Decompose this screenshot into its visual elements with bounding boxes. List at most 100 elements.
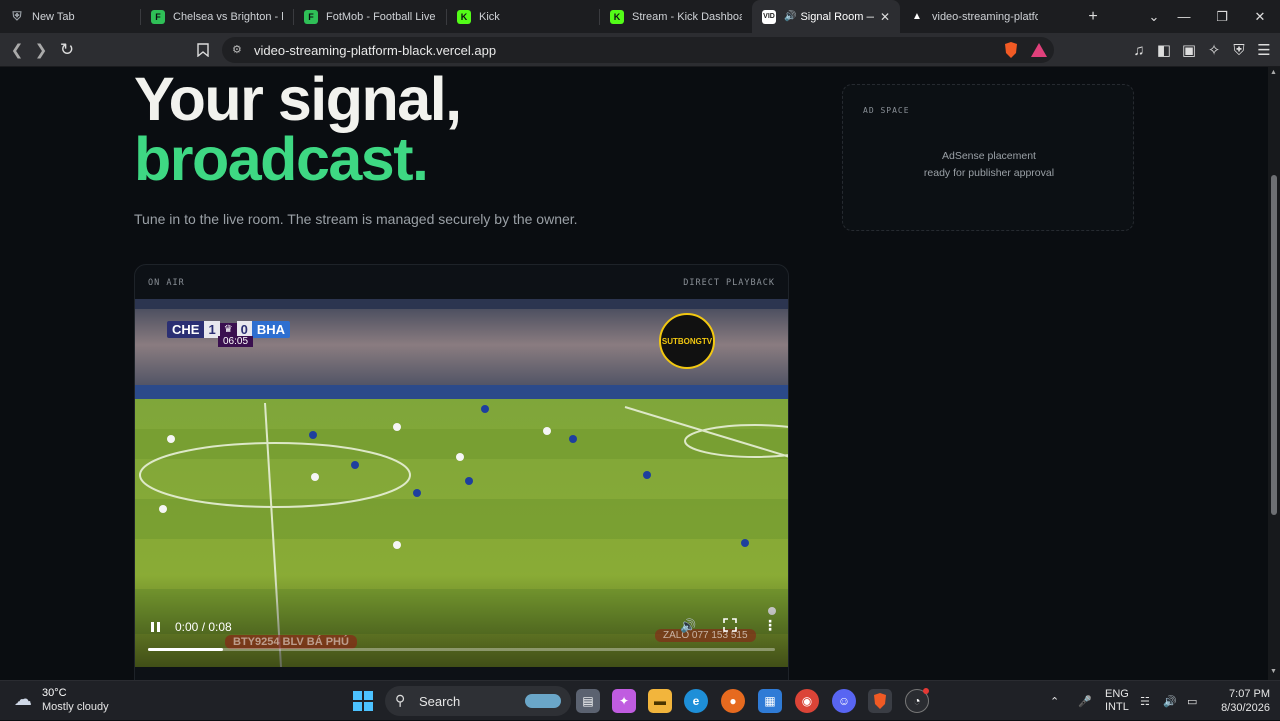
tab-kick-dashboard[interactable]: K Stream - Kick Dashboard (600, 0, 752, 33)
microphone-icon[interactable]: 🎤 (1078, 681, 1092, 721)
site-settings-icon[interactable]: ⚙ (232, 43, 242, 56)
league-logo-icon: ♛ (219, 323, 237, 336)
ad-placement-text: AdSense placement (942, 150, 1036, 162)
tab-fotmob[interactable]: F FotMob - Football Live Sc (294, 0, 446, 33)
pause-button[interactable] (149, 620, 163, 634)
tab-label: FotMob - Football Live Sc (326, 10, 436, 23)
forward-arrow-icon[interactable]: ❯ (28, 33, 54, 67)
keyboard-layout: INTL (1105, 701, 1129, 713)
hero-subtitle: Tune in to the live room. The stream is … (134, 211, 578, 227)
video-icon: VID (762, 9, 776, 24)
volume-tray-icon[interactable]: 🔊 (1163, 681, 1177, 721)
weather-desc: Mostly cloudy (42, 701, 109, 713)
brave-taskbar-icon[interactable] (868, 689, 892, 713)
bookmark-icon[interactable] (190, 33, 216, 67)
scroll-up-arrow-icon[interactable]: ▲ (1270, 69, 1277, 76)
scroll-down-arrow-icon[interactable]: ▼ (1270, 668, 1277, 675)
contact-banner: ZALO 077 153 515 (655, 629, 756, 642)
language-code: ENG (1105, 688, 1129, 700)
volume-icon[interactable]: 🔊 (680, 618, 696, 634)
battery-icon[interactable]: ▭ (1187, 681, 1197, 721)
weather-temp: 30°C (42, 687, 67, 699)
chrome-icon[interactable]: ◉ (795, 689, 819, 713)
hero-title-line2: broadcast. (134, 125, 429, 193)
playback-mode-label: DIRECT PLAYBACK (683, 278, 775, 288)
page-content: Your signal, broadcast. Tune in to the l… (0, 67, 1268, 680)
playback-time: 0:00 / 0:08 (175, 620, 232, 634)
file-explorer-icon[interactable]: ▬ (648, 689, 672, 713)
channel-logo: SUTBONGTV (659, 313, 715, 369)
taskbar-search[interactable]: ⚲ Search (385, 686, 571, 716)
tab-label: Chelsea vs Brighton - live (173, 10, 283, 23)
channel-logo-text: SUTBONGTV (661, 336, 713, 346)
show-hidden-icons-icon[interactable]: ⌃ (1050, 681, 1059, 721)
minimize-button[interactable]: — (1165, 0, 1203, 33)
leo-ai-icon[interactable]: ✧ (1201, 33, 1227, 67)
tab-kick[interactable]: K Kick (447, 0, 599, 33)
firefox-icon[interactable]: ● (721, 689, 745, 713)
edge-icon[interactable]: e (684, 689, 708, 713)
match-clock: 06:05 (218, 336, 254, 347)
close-icon[interactable]: ✕ (874, 10, 890, 24)
clock-date: 8/30/2026 (1221, 702, 1270, 714)
discord-icon[interactable]: ☺ (832, 689, 856, 713)
url-text: video-streaming-platform-black.vercel.ap… (254, 42, 497, 58)
tab-vercel[interactable]: ▲ video-streaming-platform (900, 0, 1048, 33)
clock[interactable]: 7:07 PM 8/30/2026 (1212, 681, 1270, 721)
vpn-icon[interactable]: ⛨ (1226, 33, 1252, 67)
speaker-icon: 🔊 (784, 11, 797, 22)
ad-space: AD SPACE AdSense placement ready for pub… (842, 84, 1134, 231)
shield-icon: ⛨ (12, 9, 22, 23)
tab-label: Signal Room — Li (800, 10, 873, 23)
tab-chelsea-brighton[interactable]: F Chelsea vs Brighton - live (141, 0, 293, 33)
progress-track[interactable] (148, 648, 775, 651)
progress-fill (148, 648, 224, 651)
weather-widget[interactable]: ☁ 30°C Mostly cloudy (14, 686, 124, 716)
menu-icon[interactable]: ☰ (1251, 33, 1277, 67)
search-highlight-icon (525, 694, 561, 708)
tab-new-tab[interactable]: ⛨ New Tab (0, 0, 140, 33)
scrollbar-thumb[interactable] (1271, 175, 1277, 515)
task-view-icon[interactable]: ▤ (576, 689, 600, 713)
start-button[interactable] (352, 690, 374, 712)
vercel-icon: ▲ (912, 11, 922, 22)
more-options-icon[interactable]: ⋮ (763, 617, 777, 634)
fotmob-icon: F (304, 9, 318, 24)
new-tab-button[interactable]: + (1082, 0, 1104, 33)
store-icon[interactable]: ▦ (758, 689, 782, 713)
tab-label: video-streaming-platform (932, 10, 1038, 23)
wallet-icon[interactable]: ▣ (1176, 33, 1202, 67)
reload-icon[interactable]: ↻ (54, 33, 80, 67)
copilot-icon[interactable]: ✦ (612, 689, 636, 713)
home-team: CHE (167, 321, 205, 338)
video-player-card: ON AIR DIRECT PLAYBACK CHE 1 ♛ 0 BHA 06:… (134, 264, 789, 680)
tab-label: Stream - Kick Dashboard (632, 10, 742, 23)
ad-approval-text: ready for publisher approval (923, 167, 1055, 179)
restore-button[interactable]: ❐ (1203, 0, 1241, 33)
search-icon: ⚲ (395, 692, 406, 708)
language-indicator[interactable]: ENG INTL (1105, 681, 1129, 721)
clock-time: 7:07 PM (1229, 688, 1270, 700)
back-arrow-icon[interactable]: ❮ (4, 33, 30, 67)
notification-dot (923, 688, 929, 694)
tab-signal-room[interactable]: VID 🔊 Signal Room — Li ✕ (752, 0, 900, 33)
window-close-button[interactable]: ✕ (1241, 0, 1279, 33)
sidebar-icon[interactable]: ◧ (1151, 33, 1177, 67)
tab-bar: ⛨ New Tab F Chelsea vs Brighton - live F… (0, 0, 1280, 33)
kick-icon: K (457, 9, 471, 24)
tab-label: Kick (479, 10, 500, 23)
fotmob-icon: F (151, 9, 165, 24)
taskbar: ☁ 30°C Mostly cloudy ⚲ Search ▤ ✦ ▬ e ● … (0, 680, 1280, 720)
navigation-bar: ❮ ❯ ↻ ⚙ video-streaming-platform-black.v… (0, 33, 1280, 67)
brave-shields-icon[interactable] (1003, 41, 1019, 59)
search-label: Search (419, 693, 461, 709)
fullscreen-icon[interactable] (723, 618, 737, 632)
away-team: BHA (251, 321, 291, 338)
media-icon[interactable]: ♫ (1126, 33, 1152, 67)
address-bar[interactable]: ⚙ video-streaming-platform-black.vercel.… (222, 37, 1054, 63)
wifi-icon[interactable]: ☵ (1140, 681, 1150, 721)
kick-icon: K (610, 9, 624, 24)
page-scrollbar[interactable]: ▲ ▼ (1268, 67, 1280, 680)
brave-rewards-icon[interactable] (1030, 42, 1048, 58)
video-frame[interactable]: CHE 1 ♛ 0 BHA 06:05 SUTBONGTV BTY9254 BL… (135, 299, 788, 667)
